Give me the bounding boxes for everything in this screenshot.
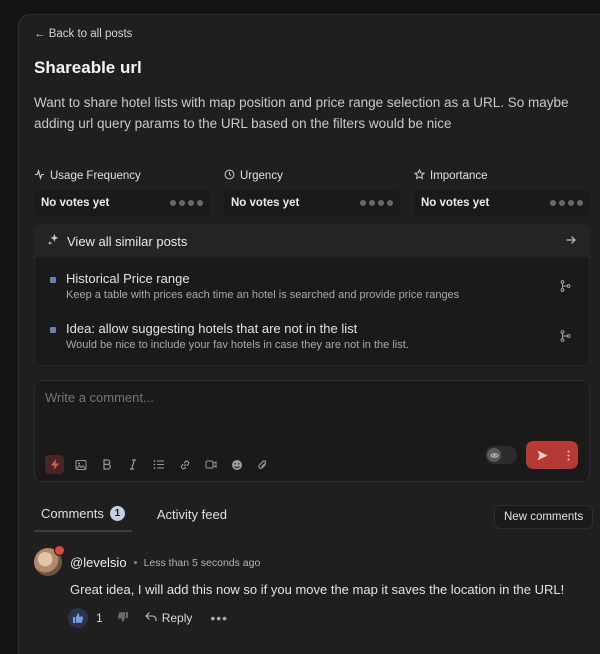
more-options-icon[interactable]: [558, 450, 578, 461]
separator-dot: [133, 561, 137, 564]
lightning-icon[interactable]: [45, 455, 64, 474]
vote-label: Usage Frequency: [50, 170, 141, 182]
vote-importance: Importance No votes yet: [413, 168, 590, 216]
image-icon[interactable]: [71, 455, 90, 474]
reply-label[interactable]: Reply: [162, 611, 193, 625]
comments-count-badge: 1: [109, 506, 125, 521]
bullet-icon: [50, 277, 56, 283]
bold-icon[interactable]: [97, 455, 116, 474]
reply-icon: [144, 611, 157, 625]
formatting-toolbar: [45, 455, 272, 474]
back-to-posts-link[interactable]: ← Back to all posts: [34, 28, 132, 40]
rating-dots[interactable]: [170, 200, 203, 206]
clock-icon: [224, 169, 235, 183]
comment-author[interactable]: @levelsio: [70, 555, 127, 570]
avatar[interactable]: [34, 545, 65, 576]
reply-button[interactable]: Reply: [144, 611, 193, 625]
like-count: 1: [96, 611, 103, 625]
comment-meta: @levelsio Less than 5 seconds ago: [70, 555, 260, 570]
comment-timestamp: Less than 5 seconds ago: [143, 556, 261, 569]
comment-actions: 1 Reply •••: [68, 608, 228, 628]
comment-composer: [34, 380, 590, 482]
eye-icon: [487, 448, 501, 462]
thumbs-down-icon[interactable]: [117, 611, 129, 626]
view-similar-posts-button[interactable]: View all similar posts: [35, 225, 589, 257]
vote-selector[interactable]: No votes yet: [224, 190, 400, 216]
similar-post-title[interactable]: Historical Price range: [66, 271, 190, 286]
attachment-icon[interactable]: [253, 455, 272, 474]
merge-icon[interactable]: [560, 279, 571, 297]
similar-post-title[interactable]: Idea: allow suggesting hotels that are n…: [66, 321, 357, 336]
vote-label: Importance: [430, 170, 488, 182]
tab-comments[interactable]: Comments 1: [34, 502, 132, 532]
send-button[interactable]: [526, 441, 578, 469]
post-description: Want to share hotel lists with map posit…: [34, 95, 569, 131]
similar-post-subtitle: Would be nice to include your fav hotels…: [66, 339, 409, 351]
list-icon[interactable]: [149, 455, 168, 474]
similar-posts-card: View all similar posts Historical Price …: [34, 224, 590, 366]
tab-comments-label[interactable]: Comments: [41, 506, 104, 521]
vote-label: Urgency: [240, 170, 283, 182]
send-icon[interactable]: [526, 449, 558, 462]
tab-activity-label[interactable]: Activity feed: [157, 507, 227, 522]
comment-body: Great idea, I will add this now so if yo…: [70, 582, 565, 597]
bullet-icon: [50, 327, 56, 333]
video-icon[interactable]: [201, 455, 220, 474]
similar-header-label: View all similar posts: [67, 233, 188, 249]
vote-urgency: Urgency No votes yet: [224, 168, 400, 216]
more-options-icon[interactable]: •••: [210, 610, 228, 626]
vote-usage-frequency: Usage Frequency No votes yet: [34, 168, 210, 216]
link-icon[interactable]: [175, 455, 194, 474]
comment-input[interactable]: [45, 390, 565, 405]
thumbs-up-icon[interactable]: [68, 608, 88, 628]
vote-value: No votes yet: [231, 197, 300, 209]
vote-metrics: Usage Frequency No votes yet Urgency No …: [34, 168, 590, 216]
italic-icon[interactable]: [123, 455, 142, 474]
vote-selector[interactable]: No votes yet: [34, 190, 210, 216]
visibility-toggle[interactable]: [485, 446, 517, 464]
new-comments-button[interactable]: New comments: [494, 505, 594, 529]
merge-icon[interactable]: [560, 329, 571, 347]
sparkles-icon: [47, 233, 60, 249]
arrow-right-icon: [565, 234, 577, 249]
tab-activity-feed[interactable]: Activity feed: [150, 503, 234, 531]
vote-value: No votes yet: [421, 197, 490, 209]
status-badge: [54, 545, 65, 556]
pulse-icon: [34, 168, 45, 183]
back-label[interactable]: ← Back to all posts: [34, 28, 132, 40]
new-comments-label[interactable]: New comments: [504, 511, 583, 523]
rating-dots[interactable]: [550, 200, 583, 206]
vote-value: No votes yet: [41, 197, 110, 209]
emoji-icon[interactable]: [227, 455, 246, 474]
vote-selector[interactable]: No votes yet: [414, 190, 590, 216]
similar-post-subtitle: Keep a table with prices each time an ho…: [66, 289, 460, 301]
star-icon: [413, 168, 426, 183]
feed-tabs: Comments 1 Activity feed: [34, 502, 234, 532]
post-title: Shareable url: [34, 58, 142, 77]
rating-dots[interactable]: [360, 200, 393, 206]
